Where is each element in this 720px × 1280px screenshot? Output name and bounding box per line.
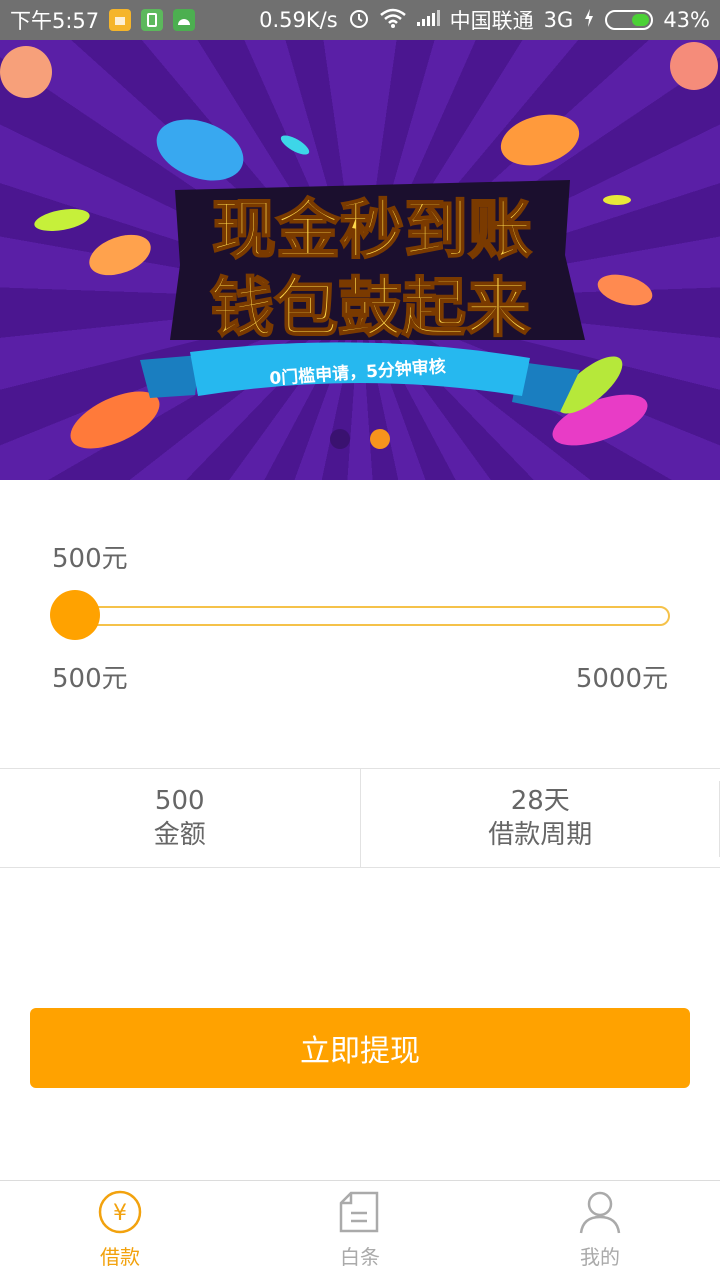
tab-baitiao-label: 白条 xyxy=(340,1245,380,1269)
amount-summary: 500 金额 xyxy=(0,769,360,867)
svg-text:¥: ¥ xyxy=(113,1201,127,1226)
network-type: 3G xyxy=(543,8,574,32)
promo-banner[interactable]: 现金秒到账 钱包鼓起来 0门槛申请，5分钟审核 xyxy=(0,40,720,480)
yen-circle-icon: ¥ xyxy=(98,1190,142,1234)
network-speed: 0.59K/s xyxy=(259,8,338,32)
banner-artwork: 现金秒到账 钱包鼓起来 0门槛申请，5分钟审核 xyxy=(0,42,718,449)
period-label: 借款周期 xyxy=(488,820,593,850)
selected-amount: 500元 xyxy=(52,544,128,574)
android-icon xyxy=(173,9,196,31)
battery-icon xyxy=(605,10,654,30)
slider-min-label: 500元 xyxy=(52,664,128,694)
charging-icon xyxy=(583,8,595,33)
tab-baitiao[interactable]: 白条 xyxy=(240,1181,480,1280)
loan-summary: 500 金额 28天 借款周期 xyxy=(0,768,720,868)
banner-headline-2: 钱包鼓起来 xyxy=(210,272,530,346)
tab-loan-label: 借款 xyxy=(100,1245,140,1269)
app-green-icon xyxy=(141,9,164,31)
bottom-tab-bar: ¥ 借款 白条 我的 xyxy=(0,1180,720,1280)
amount-value: 500 xyxy=(154,786,205,816)
amount-label: 金额 xyxy=(153,820,206,850)
withdraw-button[interactable]: 立即提现 xyxy=(30,1008,690,1088)
amount-slider-thumb[interactable] xyxy=(50,590,100,640)
banner-pagination xyxy=(0,429,720,449)
period-summary: 28天 借款周期 xyxy=(359,769,720,867)
amount-slider-track[interactable] xyxy=(74,606,670,626)
pagination-dot-active[interactable] xyxy=(370,429,390,449)
document-icon xyxy=(339,1191,379,1233)
tab-loan[interactable]: ¥ 借款 xyxy=(0,1181,240,1280)
slider-max-label: 5000元 xyxy=(575,664,668,694)
banner-headline-1: 现金秒到账 xyxy=(212,194,532,268)
status-time: 下午5:57 xyxy=(10,9,100,33)
alarm-icon xyxy=(348,7,370,34)
tab-profile-label: 我的 xyxy=(580,1245,620,1269)
wifi-icon xyxy=(379,8,406,33)
status-bar: 下午5:57 0.59K/s 中国联通 3G 43% xyxy=(0,0,720,40)
pagination-dot[interactable] xyxy=(330,429,350,449)
carrier-name: 中国联通 xyxy=(449,9,534,33)
period-value: 28天 xyxy=(510,786,570,816)
battery-percent: 43% xyxy=(663,8,710,32)
person-icon xyxy=(579,1191,621,1234)
tab-profile[interactable]: 我的 xyxy=(480,1181,720,1280)
signal-icon xyxy=(416,8,440,32)
app-yellow-icon xyxy=(109,9,132,31)
